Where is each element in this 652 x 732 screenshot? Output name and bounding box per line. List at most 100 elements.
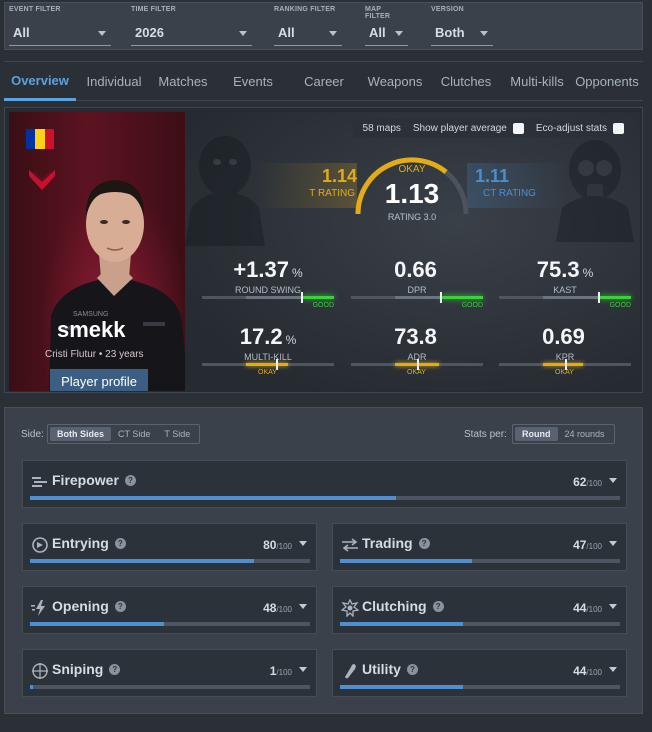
stat-kast: 75.3% KAST GOOD — [499, 257, 631, 315]
stat-number: 75.3 — [536, 257, 580, 282]
time-filter-select[interactable]: 2026 — [131, 20, 252, 46]
map-filter-select[interactable]: All — [365, 20, 408, 46]
category-title: Clutching? — [362, 598, 444, 614]
stat-adr: 73.8 ADR OKAY — [351, 324, 483, 382]
chevron-down-icon[interactable] — [299, 541, 307, 546]
help-icon[interactable]: ? — [109, 663, 121, 675]
show-average-checkbox[interactable] — [512, 122, 524, 134]
stat-bar-marker — [598, 292, 600, 303]
side-option-t[interactable]: T Side — [157, 427, 197, 441]
stat-value: 0.69 — [499, 324, 631, 350]
score-max: /100 — [586, 605, 602, 614]
ranking-filter-value: All — [278, 25, 295, 40]
category-score: 62/100 — [573, 475, 602, 489]
ranking-filter-select[interactable]: All — [274, 20, 342, 46]
show-average-toggle[interactable]: Show player average — [413, 122, 524, 134]
stat-grade: OKAY — [407, 369, 426, 376]
player-nickname: smekk — [57, 317, 126, 342]
category-fill — [30, 685, 33, 689]
help-icon[interactable]: ? — [114, 600, 126, 612]
tab-events[interactable]: Events — [224, 62, 282, 101]
tab-career[interactable]: Career — [296, 62, 352, 101]
stat-grade: GOOD — [609, 302, 631, 309]
chevron-down-icon[interactable] — [299, 667, 307, 672]
map-filter[interactable]: MAP FILTER All — [365, 6, 408, 46]
score-max: /100 — [586, 542, 602, 551]
skill-breakdown: Side: Both Sides CT Side T Side Stats pe… — [4, 407, 643, 714]
ct-rating-label: CT RATING — [483, 188, 536, 199]
utility-icon — [345, 664, 356, 679]
event-filter-value: All — [13, 25, 30, 40]
stat-bar-range — [395, 296, 441, 299]
sniping-icon — [32, 663, 48, 679]
tab-opponents[interactable]: Opponents — [572, 62, 642, 101]
category-sniping[interactable]: Sniping? 1/100 — [22, 649, 317, 697]
category-opening[interactable]: Opening? 48/100 — [22, 586, 317, 634]
category-score: 44/100 — [573, 601, 602, 615]
version-filter-label: VERSION — [431, 6, 464, 13]
stats-per-label: Stats per: — [464, 429, 507, 440]
side-option-both[interactable]: Both Sides — [50, 427, 112, 441]
help-icon[interactable]: ? — [114, 537, 126, 549]
stat-number: 0.66 — [394, 257, 437, 282]
category-title: Entrying? — [52, 535, 126, 551]
chevron-down-icon — [480, 31, 488, 36]
stat-number: +1.37 — [233, 257, 289, 282]
chevron-down-icon[interactable] — [609, 604, 617, 609]
time-filter-label: TIME FILTER — [131, 6, 176, 13]
chevron-down-icon[interactable] — [609, 478, 617, 483]
version-filter[interactable]: VERSION Both — [431, 6, 493, 46]
category-trading[interactable]: Trading? 47/100 — [332, 523, 627, 571]
tab-matches[interactable]: Matches — [152, 62, 214, 101]
event-filter-select[interactable]: All — [9, 20, 111, 46]
player-profile-button[interactable]: Player profile — [50, 369, 148, 391]
chevron-down-icon[interactable] — [609, 667, 617, 672]
player-card: SAMSUNG smekk Cristi Flutur • 23 years P… — [9, 112, 185, 391]
stat-unit: % — [292, 266, 303, 280]
score-value: 48 — [263, 601, 277, 615]
help-icon[interactable]: ? — [406, 663, 418, 675]
category-title: Opening? — [52, 598, 126, 614]
tab-individual[interactable]: Individual — [78, 62, 150, 101]
stat-label: KAST — [553, 285, 577, 295]
version-filter-select[interactable]: Both — [431, 20, 493, 46]
category-fill — [30, 559, 254, 563]
time-filter[interactable]: TIME FILTER 2026 — [131, 6, 252, 46]
category-clutching[interactable]: Clutching? 44/100 — [332, 586, 627, 634]
chevron-down-icon[interactable] — [609, 541, 617, 546]
tab-weapons[interactable]: Weapons — [362, 62, 428, 101]
help-icon[interactable]: ? — [124, 474, 136, 486]
tab-clutches[interactable]: Clutches — [436, 62, 496, 101]
eco-adjust-checkbox[interactable] — [613, 122, 624, 134]
category-name: Sniping — [52, 661, 104, 677]
chevron-down-icon[interactable] — [299, 604, 307, 609]
event-filter[interactable]: EVENT FILTER All — [9, 6, 111, 46]
stat-number: 0.69 — [542, 324, 585, 349]
eco-adjust-toggle[interactable]: Eco-adjust stats — [535, 122, 624, 134]
map-filter-value: All — [369, 25, 386, 40]
category-score: 47/100 — [573, 538, 602, 552]
category-score: 44/100 — [573, 664, 602, 678]
stat-bar — [499, 292, 631, 303]
category-utility[interactable]: Utility? 44/100 — [332, 649, 627, 697]
side-option-ct[interactable]: CT Side — [111, 427, 157, 441]
help-icon[interactable]: ? — [432, 600, 444, 612]
category-fill — [340, 622, 464, 626]
stats-per-round[interactable]: Round — [515, 427, 558, 441]
tab-multi-kills[interactable]: Multi-kills — [504, 62, 570, 101]
category-firepower[interactable]: Firepower? 62/100 — [22, 460, 627, 508]
stat-bar-range — [246, 296, 302, 299]
help-icon[interactable]: ? — [418, 537, 430, 549]
score-max: /100 — [276, 605, 292, 614]
category-entrying[interactable]: Entrying? 80/100 — [22, 523, 317, 571]
eco-adjust-label: Eco-adjust stats — [535, 122, 607, 134]
score-max: /100 — [586, 479, 602, 488]
stats-per-24-rounds[interactable]: 24 rounds — [558, 427, 612, 441]
stat-unit: % — [582, 266, 594, 280]
ranking-filter[interactable]: RANKING FILTER All — [274, 6, 342, 46]
stat-bar — [202, 359, 334, 370]
category-track — [340, 685, 620, 689]
tab-overview[interactable]: Overview — [4, 62, 76, 101]
stat-bar-marker — [440, 292, 442, 303]
stat-grade: OKAY — [555, 369, 574, 376]
